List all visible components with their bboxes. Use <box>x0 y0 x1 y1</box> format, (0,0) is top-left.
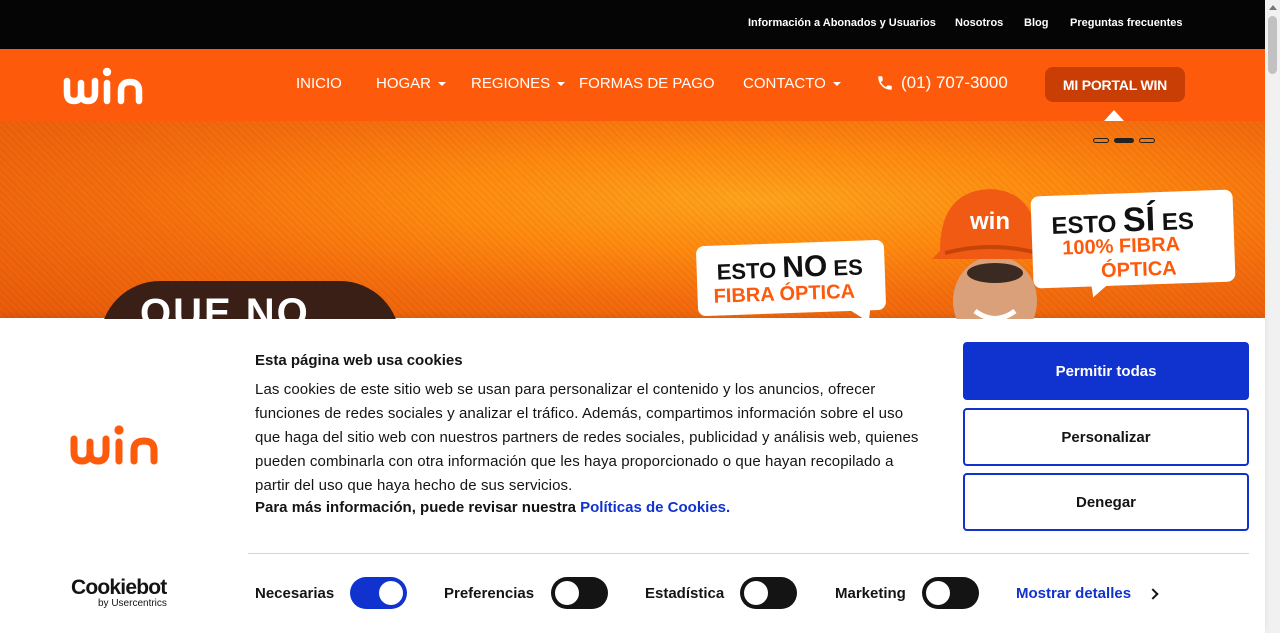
top-utility-bar: Información a Abonados y Usuarios Nosotr… <box>0 0 1265 49</box>
toggle-preferencias[interactable] <box>551 577 608 609</box>
phone-link[interactable]: (01) 707-3000 <box>876 73 1008 93</box>
bubble-si-line2: 100% FIBRA <box>1061 233 1181 260</box>
toggle-label-necesarias: Necesarias <box>255 585 335 602</box>
deny-button[interactable]: Denegar <box>963 473 1249 531</box>
page-scrollbar[interactable] <box>1265 0 1280 633</box>
toggle-estadistica[interactable] <box>740 577 797 609</box>
cookiebot-name: Cookiebot <box>71 576 167 599</box>
main-navigation: INICIO HOGAR REGIONES FORMAS DE PAGO CON… <box>0 49 1265 121</box>
speech-bubble-si: ESTO SÍ ES 100% FIBRA ÓPTICA <box>1030 189 1236 289</box>
cookie-policy-link[interactable]: Políticas de Cookies. <box>580 499 730 516</box>
toggle-label-marketing: Marketing <box>835 585 906 602</box>
bubble-no-line2: FIBRA ÓPTICA <box>713 280 856 308</box>
chevron-down-icon <box>438 81 447 86</box>
carousel-indicators <box>1093 138 1155 143</box>
win-logo[interactable] <box>63 67 155 110</box>
scroll-up-arrow-icon[interactable] <box>1269 5 1277 10</box>
toggle-label-preferencias: Preferencias <box>444 585 535 602</box>
nav-item-regiones[interactable]: REGIONES <box>471 75 566 92</box>
carousel-dot[interactable] <box>1139 138 1155 143</box>
toggle-label-estadistica: Estadística <box>645 585 725 602</box>
mi-portal-win-button[interactable]: MI PORTAL WIN <box>1045 67 1185 102</box>
topbar-link-nosotros[interactable]: Nosotros <box>955 17 1003 29</box>
win-logo-orange <box>70 424 170 471</box>
cookie-more-info: Para más información, puede revisar nues… <box>255 499 731 516</box>
customize-button[interactable]: Personalizar <box>963 408 1249 466</box>
scroll-thumb[interactable] <box>1268 16 1277 74</box>
carousel-dot-active[interactable] <box>1114 138 1134 143</box>
topbar-link-abonados[interactable]: Información a Abonados y Usuarios <box>748 17 936 29</box>
chevron-right-icon <box>1147 587 1159 600</box>
topbar-link-faq[interactable]: Preguntas frecuentes <box>1070 17 1182 29</box>
cookie-description: Las cookies de este sitio web se usan pa… <box>255 381 919 494</box>
nav-item-inicio[interactable]: INICIO <box>296 75 342 92</box>
chevron-down-icon <box>832 81 841 86</box>
cookiebot-sub: by Usercentrics <box>98 598 167 609</box>
chevron-down-icon <box>557 81 566 86</box>
carousel-dot[interactable] <box>1093 138 1109 143</box>
phone-number: (01) 707-3000 <box>901 73 1008 92</box>
toggle-necesarias[interactable] <box>350 577 407 609</box>
nav-item-contacto[interactable]: CONTACTO <box>743 75 841 92</box>
cookie-title: Esta página web usa cookies <box>255 352 463 369</box>
portal-pointer-arrow <box>1104 110 1124 121</box>
nav-item-hogar[interactable]: HOGAR <box>376 75 447 92</box>
cookie-divider <box>248 553 1249 554</box>
helmet-logo-text: win <box>969 208 1010 235</box>
cookie-consent-dialog: Esta página web usa cookies Las cookies … <box>0 318 1265 633</box>
nav-item-formas-de-pago[interactable]: FORMAS DE PAGO <box>579 75 715 92</box>
phone-icon <box>878 76 892 90</box>
cookiebot-logo: Cookiebot by Usercentrics <box>71 576 167 610</box>
hero-dark-text: QUE NO <box>140 291 310 319</box>
bubble-si-line3: ÓPTICA <box>1100 257 1178 283</box>
topbar-link-blog[interactable]: Blog <box>1024 17 1048 29</box>
show-details-link[interactable]: Mostrar detalles <box>1016 585 1159 602</box>
toggle-marketing[interactable] <box>922 577 979 609</box>
hero-banner[interactable]: QUE NO ESTO NO ES FIBRA ÓPTICA win ESTO … <box>0 121 1265 319</box>
allow-all-button[interactable]: Permitir todas <box>963 342 1249 400</box>
